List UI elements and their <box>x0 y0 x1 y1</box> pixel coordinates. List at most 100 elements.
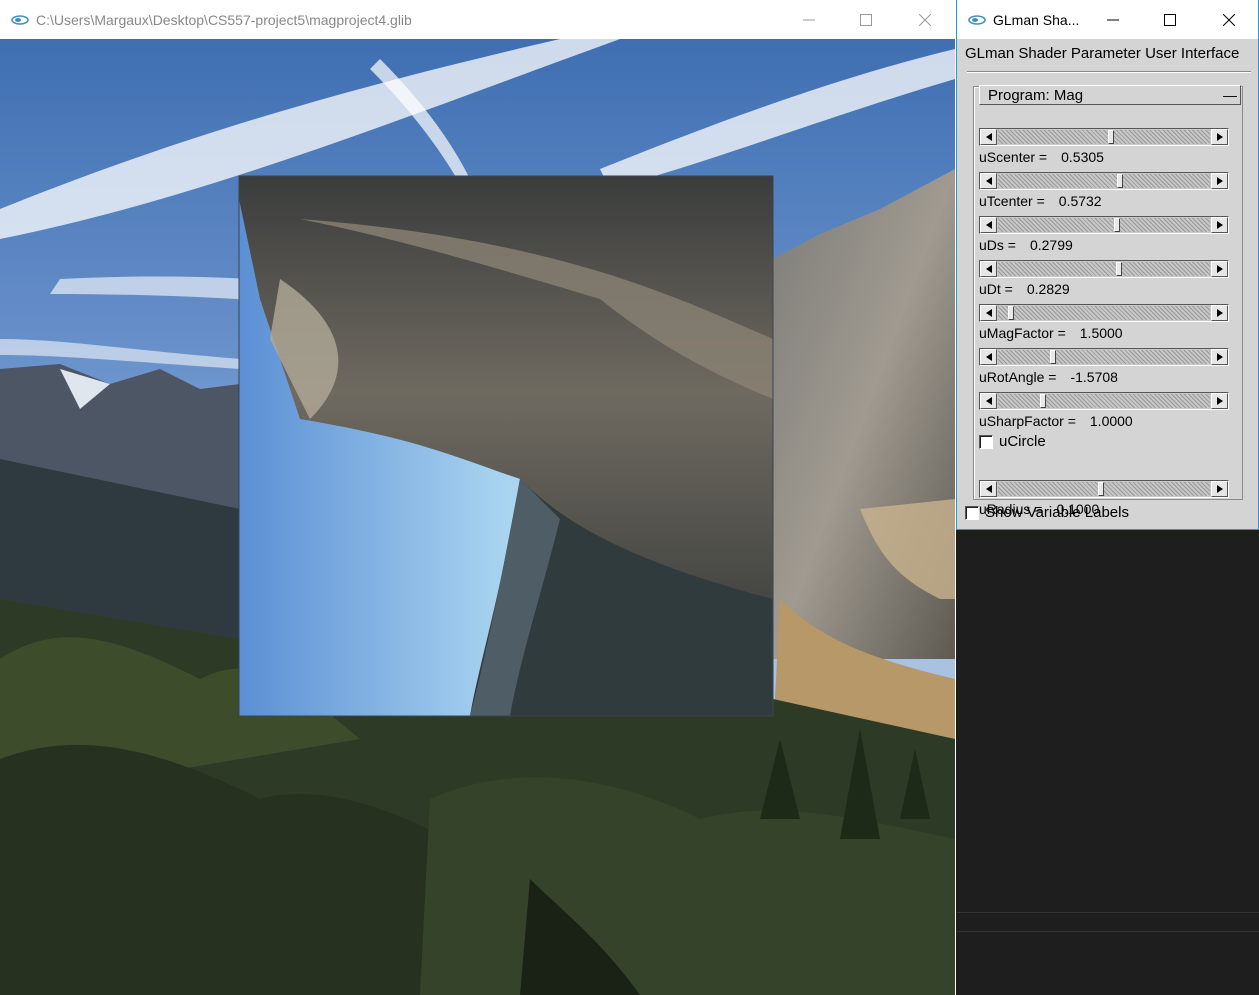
param-name: uMagFactor = <box>979 325 1066 341</box>
triangle-right-icon <box>1216 397 1223 405</box>
slider-right-arrow-button[interactable] <box>1211 305 1228 321</box>
param-slider[interactable] <box>979 128 1229 146</box>
param-slider[interactable] <box>979 260 1229 278</box>
close-button[interactable] <box>902 0 948 39</box>
param-name: uSharpFactor = <box>979 413 1076 429</box>
glman-app-icon <box>968 14 986 25</box>
param-name: uDs = <box>979 237 1016 253</box>
slider-thumb[interactable] <box>1117 174 1123 188</box>
slider-thumb[interactable] <box>1108 130 1114 144</box>
panel-header: GLman Shader Parameter User Interface <box>965 45 1240 62</box>
param-label: uDs = 0.2799 <box>979 237 1073 253</box>
param-slider[interactable] <box>979 304 1229 322</box>
slider-left-arrow-button[interactable] <box>980 305 997 321</box>
slider-track[interactable] <box>998 262 1210 276</box>
triangle-left-icon <box>985 265 992 273</box>
rendered-scene <box>0 39 955 995</box>
glman-minimize-button[interactable] <box>1090 0 1136 39</box>
slider-left-arrow-button[interactable] <box>980 173 997 189</box>
param-slider[interactable] <box>979 216 1229 234</box>
slider-left-arrow-button[interactable] <box>980 349 997 365</box>
magnified-region <box>238 175 774 717</box>
triangle-right-icon <box>1216 221 1223 229</box>
triangle-left-icon <box>985 397 992 405</box>
glman-window-title: GLman Sha... <box>993 11 1080 28</box>
slider-right-arrow-button[interactable] <box>1211 393 1228 409</box>
render-window-titlebar[interactable]: C:\Users\Margaux\Desktop\CS557-project5\… <box>0 0 956 39</box>
slider-track[interactable] <box>998 482 1210 496</box>
param-value: 0.5305 <box>1061 149 1104 165</box>
close-icon <box>919 13 931 26</box>
show-variable-labels-checkbox[interactable] <box>965 505 979 520</box>
collapse-button[interactable]: — <box>1220 87 1240 103</box>
slider-thumb[interactable] <box>1114 218 1120 232</box>
slider-left-arrow-button[interactable] <box>980 393 997 409</box>
triangle-left-icon <box>985 309 992 317</box>
maximize-button[interactable] <box>843 0 889 39</box>
render-window: C:\Users\Margaux\Desktop\CS557-project5\… <box>0 0 956 995</box>
param-slider[interactable] <box>979 172 1229 190</box>
header-divider <box>967 71 1251 73</box>
minimize-button[interactable] <box>786 0 832 39</box>
slider-left-arrow-button[interactable] <box>980 129 997 145</box>
show-variable-labels-label: Show Variable Labels <box>985 504 1129 521</box>
param-value: 1.0000 <box>1089 413 1133 429</box>
param-value: 0.5732 <box>1058 193 1102 209</box>
param-label: uSharpFactor = 1.0000 <box>979 413 1133 429</box>
show-variable-labels-row[interactable]: Show Variable Labels <box>965 504 1129 521</box>
triangle-right-icon <box>1216 133 1223 141</box>
slider-right-arrow-button[interactable] <box>1211 481 1228 497</box>
slider-track[interactable] <box>998 218 1210 232</box>
slider-thumb[interactable] <box>1098 482 1104 496</box>
slider-right-arrow-button[interactable] <box>1211 349 1228 365</box>
param-slider[interactable] <box>979 480 1229 498</box>
slider-thumb[interactable] <box>1050 350 1056 364</box>
triangle-left-icon <box>985 177 992 185</box>
param-label: uDt = 0.2829 <box>979 281 1070 297</box>
triangle-left-icon <box>985 485 992 493</box>
param-slider[interactable] <box>979 392 1229 410</box>
param-slider[interactable] <box>979 348 1229 366</box>
param-label: uMagFactor = 1.5000 <box>979 325 1123 341</box>
glman-maximize-button[interactable] <box>1147 0 1193 39</box>
slider-track[interactable] <box>998 394 1210 408</box>
slider-track[interactable] <box>998 130 1210 144</box>
slider-track[interactable] <box>998 350 1210 364</box>
slider-track[interactable] <box>998 306 1210 320</box>
program-label: Program: Mag <box>988 86 1084 104</box>
triangle-left-icon <box>985 133 992 141</box>
slider-right-arrow-button[interactable] <box>1211 129 1228 145</box>
minimize-icon <box>1107 19 1119 20</box>
triangle-left-icon <box>985 221 992 229</box>
param-name: uScenter = <box>979 149 1048 165</box>
render-viewport[interactable] <box>0 39 955 995</box>
param-name: uRotAngle = <box>979 369 1057 385</box>
slider-right-arrow-button[interactable] <box>1211 261 1228 277</box>
slider-thumb[interactable] <box>1040 394 1046 408</box>
ucircle-label: uCircle <box>999 433 1046 450</box>
slider-thumb[interactable] <box>1116 262 1122 276</box>
slider-left-arrow-button[interactable] <box>980 217 997 233</box>
param-value: -1.5708 <box>1070 369 1118 385</box>
glman-app-icon <box>11 14 29 25</box>
maximize-icon <box>1164 13 1176 26</box>
slider-track[interactable] <box>998 174 1210 188</box>
triangle-right-icon <box>1216 309 1223 317</box>
glman-titlebar[interactable]: GLman Sha... <box>957 0 1258 39</box>
slider-right-arrow-button[interactable] <box>1211 217 1228 233</box>
render-window-title: C:\Users\Margaux\Desktop\CS557-project5\… <box>36 11 412 28</box>
slider-thumb[interactable] <box>1008 306 1014 320</box>
ucircle-checkbox-row[interactable]: uCircle <box>979 433 1046 450</box>
param-label: uRotAngle = -1.5708 <box>979 369 1118 385</box>
triangle-right-icon <box>1216 485 1223 493</box>
slider-left-arrow-button[interactable] <box>980 261 997 277</box>
minimize-icon <box>803 19 815 20</box>
program-rollout[interactable]: Program: Mag — <box>979 85 1241 105</box>
triangle-right-icon <box>1216 353 1223 361</box>
glman-close-button[interactable] <box>1206 0 1252 39</box>
slider-right-arrow-button[interactable] <box>1211 173 1228 189</box>
ucircle-checkbox[interactable] <box>979 434 993 449</box>
glman-parameter-window: GLman Sha... GLman Shader Parameter User… <box>956 0 1259 530</box>
slider-left-arrow-button[interactable] <box>980 481 997 497</box>
triangle-right-icon <box>1216 177 1223 185</box>
